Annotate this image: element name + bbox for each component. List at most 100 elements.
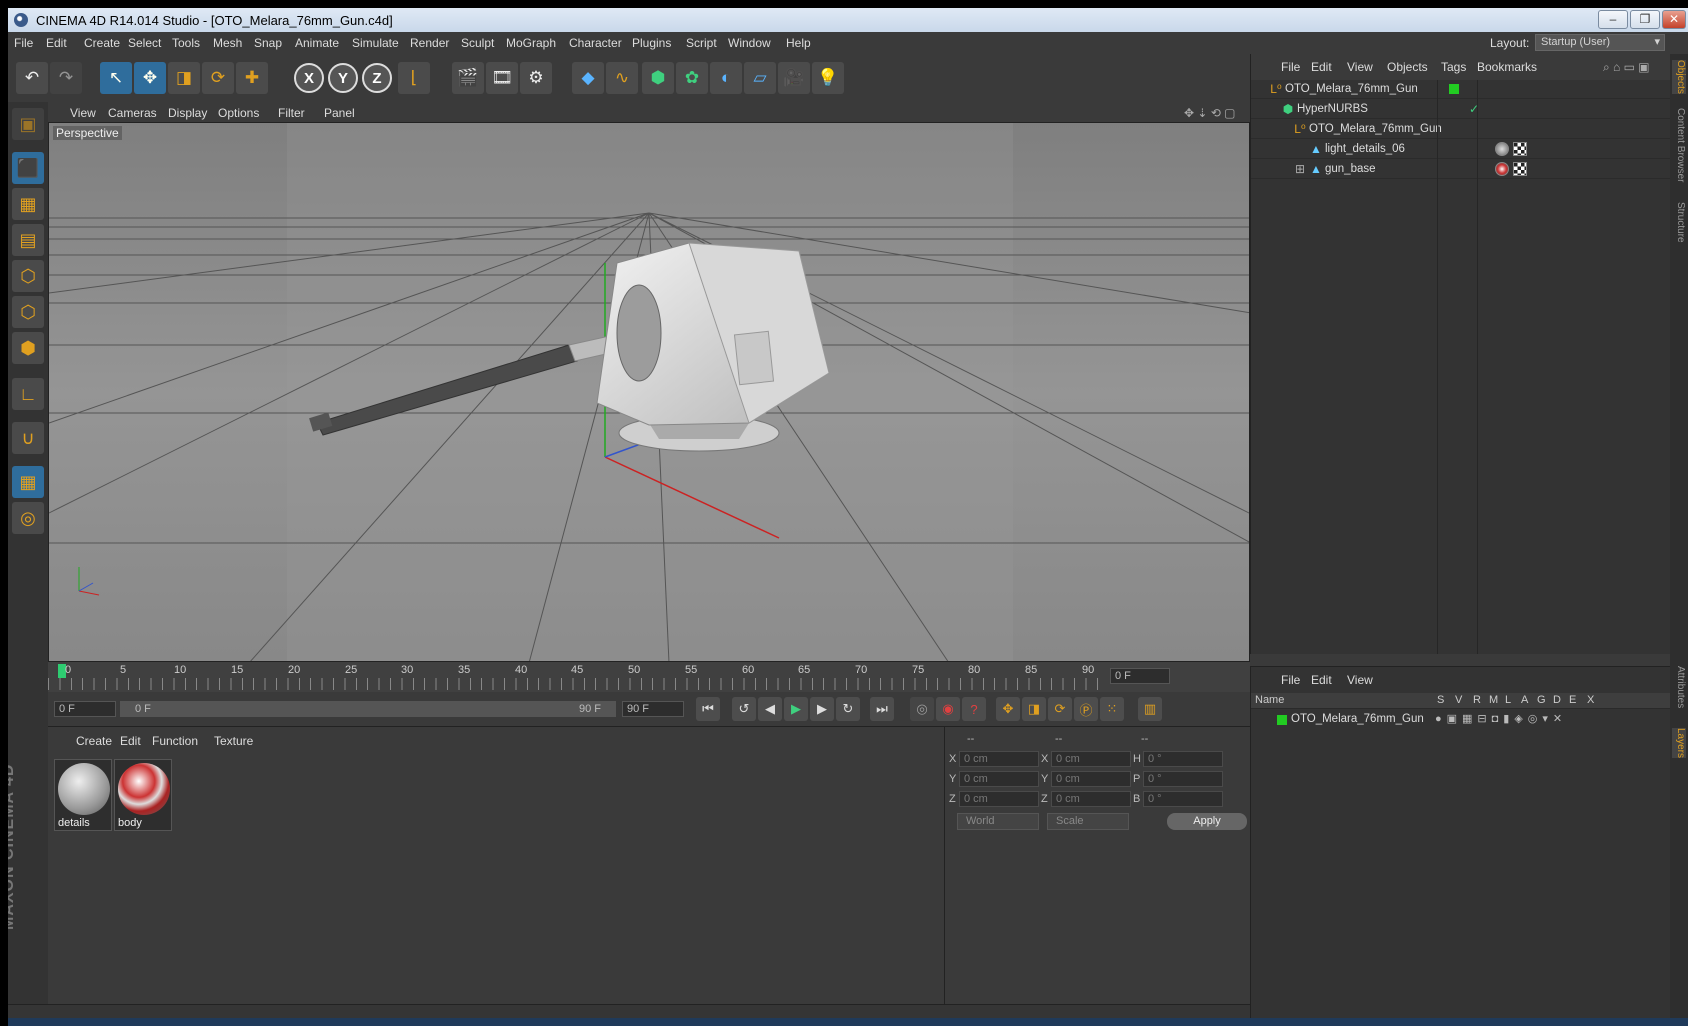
size-x-field[interactable]: 0 cm: [1051, 751, 1131, 767]
menu-plugins[interactable]: Plugins: [632, 36, 671, 50]
live-selection-icon[interactable]: ↖: [100, 62, 132, 94]
layer-menu-file[interactable]: File: [1281, 673, 1300, 687]
tab-structure[interactable]: Structure: [1672, 202, 1686, 243]
viewport-menu-display[interactable]: Display: [168, 106, 207, 120]
floor-scene-icon[interactable]: ▱: [744, 62, 776, 94]
texture-mode-icon[interactable]: ▦: [12, 188, 44, 220]
object-row[interactable]: ▲ light_details_06: [1251, 140, 1671, 159]
make-editable-icon[interactable]: ▣: [12, 108, 44, 140]
render-picture-viewer-icon[interactable]: 🎞: [486, 62, 518, 94]
object-menu-objects[interactable]: Objects: [1387, 60, 1428, 74]
snapping-icon[interactable]: ◎: [12, 502, 44, 534]
rotation-b-field[interactable]: 0 °: [1143, 791, 1223, 807]
menu-animate[interactable]: Animate: [295, 36, 339, 50]
uvw-tag-icon[interactable]: [1513, 162, 1527, 176]
menu-mograph[interactable]: MoGraph: [506, 36, 556, 50]
material-swatch-details[interactable]: details: [54, 759, 112, 831]
points-mode-icon[interactable]: ⬡: [12, 260, 44, 292]
maximize-button[interactable]: ❐: [1630, 10, 1660, 29]
render-view-icon[interactable]: 🎬: [452, 62, 484, 94]
recent-tool-icon[interactable]: ✚: [236, 62, 268, 94]
rotation-p-field[interactable]: 0 °: [1143, 771, 1223, 787]
workplane-lock-icon[interactable]: ▦: [12, 466, 44, 498]
previous-frame-icon[interactable]: ◀: [758, 697, 782, 721]
viewport-menu-cameras[interactable]: Cameras: [108, 106, 157, 120]
timeline-ruler[interactable]: 0 5 10 15 20 25 30 35 40 45 50 55 60 65 …: [48, 662, 1250, 692]
material-tag-icon[interactable]: [1495, 142, 1509, 156]
search-icon[interactable]: ⌕ ⌂ ▭ ▣: [1603, 60, 1650, 75]
object-menu-edit[interactable]: Edit: [1311, 60, 1332, 74]
model-mode-icon[interactable]: ⬛: [12, 152, 44, 184]
material-swatch-body[interactable]: body: [114, 759, 172, 831]
spline-icon[interactable]: ∿: [606, 62, 638, 94]
menu-sculpt[interactable]: Sculpt: [461, 36, 494, 50]
menu-edit[interactable]: Edit: [46, 36, 67, 50]
material-menu-function[interactable]: Function: [152, 734, 198, 748]
object-menu-file[interactable]: File: [1281, 60, 1300, 74]
object-row[interactable]: ⊞ ▲ gun_base: [1251, 160, 1671, 179]
position-z-field[interactable]: 0 cm: [959, 791, 1039, 807]
y-axis-lock-icon[interactable]: Y: [328, 63, 358, 93]
edges-mode-icon[interactable]: ⬡: [12, 296, 44, 328]
tab-layers[interactable]: Layers: [1672, 728, 1686, 759]
rotation-h-field[interactable]: 0 °: [1143, 751, 1223, 767]
apply-button[interactable]: Apply: [1167, 813, 1247, 830]
record-parameter-icon[interactable]: Ⓟ: [1074, 697, 1098, 721]
polygons-mode-icon[interactable]: ⬢: [12, 332, 44, 364]
magnet-tool-icon[interactable]: ∪: [12, 422, 44, 454]
timeline-window-icon[interactable]: ▥: [1138, 697, 1162, 721]
x-axis-lock-icon[interactable]: X: [294, 63, 324, 93]
layer-toggle-icons[interactable]: ●▣▦⊟◘▮◈◎▾✕: [1435, 712, 1567, 725]
position-y-field[interactable]: 0 cm: [959, 771, 1039, 787]
size-z-field[interactable]: 0 cm: [1051, 791, 1131, 807]
current-frame-field[interactable]: 0 F: [1110, 668, 1170, 684]
keyframe-selection-icon[interactable]: ?: [962, 697, 986, 721]
camera-icon[interactable]: 🎥: [778, 62, 810, 94]
undo-icon[interactable]: ↶: [16, 62, 48, 94]
render-settings-icon[interactable]: ⚙: [520, 62, 552, 94]
record-position-icon[interactable]: ✥: [996, 697, 1020, 721]
go-to-start-icon[interactable]: ⏮: [696, 697, 720, 721]
expand-icon[interactable]: ⊞: [1293, 162, 1307, 176]
next-key-icon[interactable]: ↻: [836, 697, 860, 721]
object-row[interactable]: L⁰ OTO_Melara_76mm_Gun: [1251, 120, 1671, 139]
size-y-field[interactable]: 0 cm: [1051, 771, 1131, 787]
position-x-field[interactable]: 0 cm: [959, 751, 1039, 767]
tab-objects[interactable]: Objects: [1672, 60, 1686, 94]
previous-key-icon[interactable]: ↺: [732, 697, 756, 721]
menu-window[interactable]: Window: [728, 36, 771, 50]
viewport-menu-view[interactable]: View: [70, 106, 96, 120]
nurbs-icon[interactable]: ⬢: [642, 62, 674, 94]
axis-mode-icon[interactable]: ∟: [12, 378, 44, 410]
menu-file[interactable]: File: [14, 36, 33, 50]
layer-row[interactable]: OTO_Melara_76mm_Gun ●▣▦⊟◘▮◈◎▾✕: [1251, 711, 1671, 729]
menu-character[interactable]: Character: [569, 36, 622, 50]
material-tag-icon[interactable]: [1495, 162, 1509, 176]
object-menu-tags[interactable]: Tags: [1441, 60, 1466, 74]
redo-icon[interactable]: ↷: [50, 62, 82, 94]
layout-dropdown[interactable]: Startup (User) ▾: [1535, 34, 1665, 51]
viewport-menu-options[interactable]: Options: [218, 106, 259, 120]
size-mode-dropdown[interactable]: Scale: [1047, 813, 1129, 830]
frame-range-slider[interactable]: 0 F 90 F: [120, 701, 616, 717]
move-tool-icon[interactable]: ✥: [134, 62, 166, 94]
menu-simulate[interactable]: Simulate: [352, 36, 399, 50]
rotate-tool-icon[interactable]: ⟳: [202, 62, 234, 94]
record-keys-icon[interactable]: ◎: [910, 697, 934, 721]
end-frame-field[interactable]: 90 F: [622, 701, 684, 717]
object-menu-view[interactable]: View: [1347, 60, 1373, 74]
tab-attributes[interactable]: Attributes: [1672, 666, 1686, 708]
uvw-tag-icon[interactable]: [1513, 142, 1527, 156]
viewport-nav-icons[interactable]: ✥ ⇣ ⟲ ▢: [1184, 106, 1236, 120]
start-frame-field[interactable]: 0 F: [54, 701, 116, 717]
viewport-menu-panel[interactable]: Panel: [324, 106, 355, 120]
layer-menu-view[interactable]: View: [1347, 673, 1373, 687]
menu-mesh[interactable]: Mesh: [213, 36, 242, 50]
menu-script[interactable]: Script: [686, 36, 717, 50]
material-menu-edit[interactable]: Edit: [120, 734, 141, 748]
menu-help[interactable]: Help: [786, 36, 811, 50]
perspective-viewport[interactable]: Perspective: [48, 122, 1250, 662]
tab-content-browser[interactable]: Content Browser: [1672, 108, 1686, 182]
menu-create[interactable]: Create: [84, 36, 120, 50]
record-rotation-icon[interactable]: ⟳: [1048, 697, 1072, 721]
